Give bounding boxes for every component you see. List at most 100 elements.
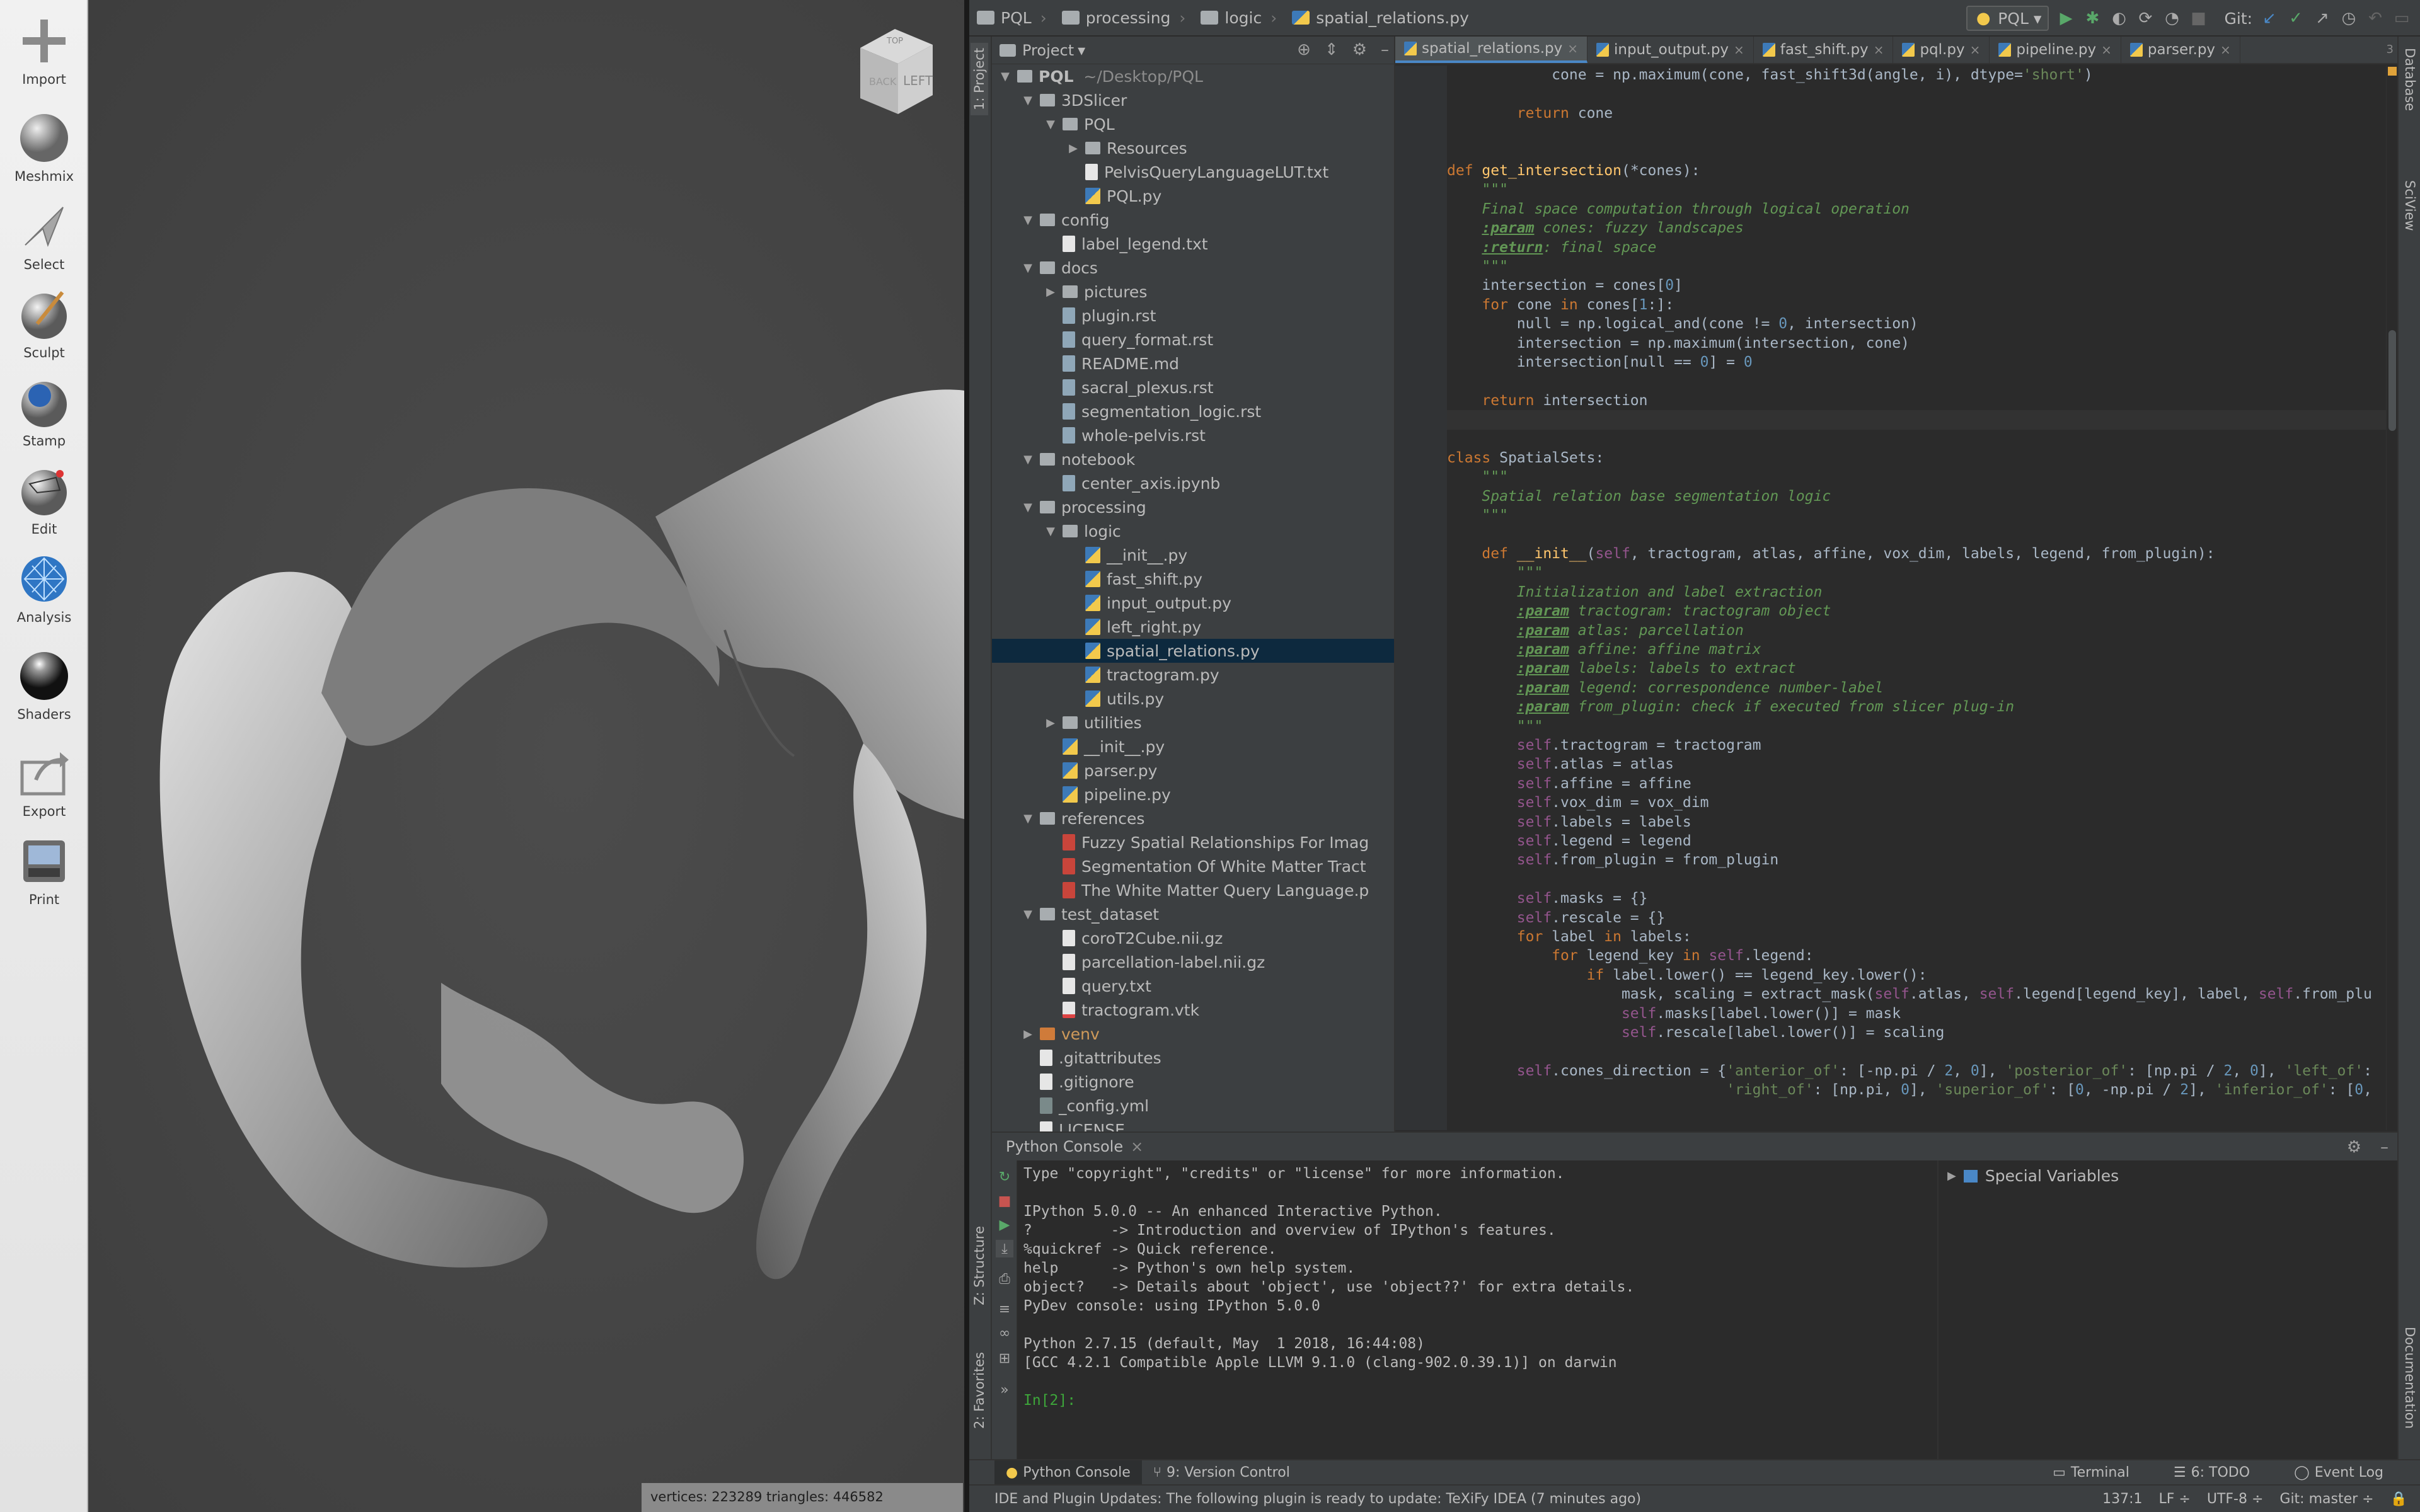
tree-item[interactable]: ▼ references (992, 806, 1394, 830)
tree-item[interactable]: parser.py (992, 759, 1394, 782)
scroll-to-end-icon[interactable]: ⤓ (996, 1240, 1013, 1257)
coverage-icon[interactable]: ◐ (2109, 9, 2128, 28)
run-config-select[interactable]: ● PQL ▾ (1966, 6, 2049, 31)
collapsed-arrow-icon[interactable]: ▶ (1021, 1028, 1035, 1041)
editor-tab[interactable]: spatial_relations.py × (1395, 37, 1587, 63)
git-push-icon[interactable]: ↗ (2313, 9, 2332, 28)
variables-icon[interactable]: ∞ (996, 1324, 1013, 1342)
tree-item[interactable]: ▶ utilities (992, 711, 1394, 735)
status-message[interactable]: IDE and Plugin Updates: The following pl… (994, 1491, 1641, 1507)
tree-item[interactable]: utils.py (992, 687, 1394, 711)
import-tool[interactable]: Import (0, 9, 88, 97)
debug-icon[interactable]: ✱ (2083, 9, 2102, 28)
expanded-arrow-icon[interactable]: ▼ (998, 70, 1012, 83)
tree-item[interactable]: Segmentation Of White Matter Tract (992, 854, 1394, 878)
tree-item[interactable]: sacral_plexus.rst (992, 375, 1394, 399)
export-tool[interactable]: Export (0, 741, 88, 829)
view-cube[interactable]: TOP BACK LEFT (848, 23, 942, 117)
select-tool[interactable]: Select (0, 194, 88, 282)
tree-item[interactable]: ▼ processing (992, 495, 1394, 519)
git-branch[interactable]: Git: master ÷ (2279, 1491, 2373, 1507)
tree-item[interactable]: LICENSE (992, 1118, 1394, 1131)
tree-item[interactable]: parcellation-label.nii.gz (992, 950, 1394, 974)
breadcrumb-item[interactable]: processing (1086, 9, 1171, 27)
more-icon[interactable]: » (996, 1381, 1013, 1399)
close-icon[interactable]: × (1567, 41, 1578, 56)
tree-item[interactable]: .gitignore (992, 1070, 1394, 1094)
project-panel-title[interactable]: Project (1022, 42, 1074, 59)
tree-item[interactable]: spatial_relations.py (992, 639, 1394, 663)
3d-viewport[interactable]: TOP BACK LEFT vertices: 223289 triangles… (88, 0, 964, 1512)
expanded-arrow-icon[interactable]: ▼ (1021, 812, 1035, 825)
breadcrumb[interactable]: processing › (1054, 9, 1194, 27)
run-icon[interactable]: ▶ (2056, 9, 2075, 28)
tree-item[interactable]: ▶ venv (992, 1022, 1394, 1046)
tab-python-console[interactable]: ● Python Console (994, 1460, 1142, 1484)
history-icon[interactable]: ◷ (2339, 9, 2358, 28)
editor-tab[interactable]: input_output.py × (1587, 37, 1754, 63)
line-separator[interactable]: LF ÷ (2158, 1491, 2190, 1507)
concurrency-icon[interactable]: ◔ (2162, 9, 2181, 28)
tree-item[interactable]: fast_shift.py (992, 567, 1394, 591)
collapsed-arrow-icon[interactable]: ▶ (1066, 142, 1080, 155)
tab-todo[interactable]: ☰ 6: TODO (2162, 1460, 2261, 1484)
minimize-icon[interactable]: – (2380, 1138, 2388, 1157)
shaders-tool[interactable]: Shaders (0, 644, 88, 732)
tree-item[interactable]: ▼ test_dataset (992, 902, 1394, 926)
gear-icon[interactable]: ⚙ (2347, 1138, 2361, 1157)
tab-terminal[interactable]: ▭ Terminal (2041, 1460, 2141, 1484)
tree-item[interactable]: __init__.py (992, 543, 1394, 567)
tree-item[interactable]: ▶ pictures (992, 280, 1394, 304)
collapsed-arrow-icon[interactable]: ▶ (1044, 716, 1057, 730)
close-icon[interactable]: × (1131, 1138, 1143, 1155)
chevron-down-icon[interactable]: ▾ (1078, 42, 1085, 59)
expanded-arrow-icon[interactable]: ▼ (1021, 908, 1035, 921)
stop-icon[interactable]: ■ (996, 1192, 1013, 1210)
tab-documentation[interactable]: Documentation (2401, 1322, 2419, 1434)
tree-item[interactable]: tractogram.py (992, 663, 1394, 687)
sculpt-tool[interactable]: Sculpt (0, 282, 88, 370)
expanded-arrow-icon[interactable]: ▼ (1044, 118, 1057, 131)
tree-item[interactable]: PelvisQueryLanguageLUT.txt (992, 160, 1394, 184)
expanded-arrow-icon[interactable]: ▼ (1021, 501, 1035, 514)
expanded-arrow-icon[interactable]: ▼ (1021, 261, 1035, 275)
tree-item[interactable]: The White Matter Query Language.p (992, 878, 1394, 902)
close-icon[interactable]: × (1970, 42, 1981, 57)
tree-item[interactable]: coroT2Cube.nii.gz (992, 926, 1394, 950)
tab-database[interactable]: Database (2401, 43, 2419, 116)
editor-tab[interactable]: pql.py × (1893, 37, 1990, 63)
close-icon[interactable]: × (2101, 42, 2112, 57)
editor-scrollbar[interactable] (2386, 66, 2397, 1130)
meshmix-tool[interactable]: Meshmix (0, 106, 88, 194)
tree-item[interactable]: ▼ config (992, 208, 1394, 232)
gear-icon[interactable]: ⚙ (1352, 40, 1367, 59)
tree-item[interactable]: Fuzzy Spatial Relationships For Imag (992, 830, 1394, 854)
tab-version-control[interactable]: ⑂ 9: Version Control (1142, 1460, 1301, 1484)
execute-icon[interactable]: ▶ (996, 1216, 1013, 1234)
console-output[interactable]: Type "copyright", "credits" or "license"… (1023, 1164, 1931, 1458)
tree-item[interactable]: label_legend.txt (992, 232, 1394, 256)
tree-item[interactable]: left_right.py (992, 615, 1394, 639)
print-tool[interactable]: Print (0, 829, 88, 917)
hide-icon[interactable]: – (1381, 40, 1389, 59)
collapse-icon[interactable]: ⇕ (1325, 40, 1339, 59)
expanded-arrow-icon[interactable]: ▼ (1044, 525, 1057, 538)
tree-item[interactable]: __init__.py (992, 735, 1394, 759)
history-icon[interactable]: ⊞ (996, 1349, 1013, 1367)
breadcrumb-item[interactable]: spatial_relations.py (1316, 9, 1469, 27)
tree-item[interactable]: query_format.rst (992, 328, 1394, 352)
breadcrumb[interactable]: logic › (1193, 9, 1284, 27)
caret-position[interactable]: 137:1 (2102, 1491, 2142, 1507)
stop-icon[interactable]: ■ (2189, 9, 2208, 28)
editor-tab[interactable]: parser.py × (2121, 37, 2240, 63)
tree-item[interactable]: ▶ Resources (992, 136, 1394, 160)
tree-item[interactable]: ▼ 3DSlicer (992, 88, 1394, 112)
tree-item[interactable]: segmentation_logic.rst (992, 399, 1394, 423)
breadcrumb-item[interactable]: logic (1224, 9, 1262, 27)
breadcrumb[interactable]: PQL › (969, 9, 1054, 27)
git-update-icon[interactable]: ↙ (2260, 9, 2279, 28)
file-encoding[interactable]: UTF-8 ÷ (2207, 1491, 2264, 1507)
stamp-tool[interactable]: Stamp (0, 370, 88, 459)
tab-event-log[interactable]: ◯ Event Log (2283, 1460, 2395, 1484)
tree-item[interactable]: PQL.py (992, 184, 1394, 208)
